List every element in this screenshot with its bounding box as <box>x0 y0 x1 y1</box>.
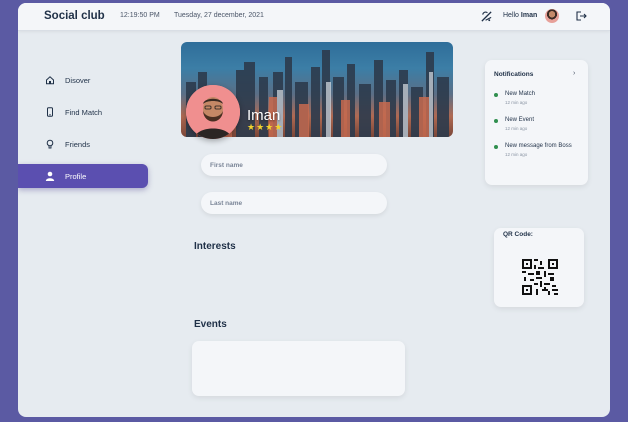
status-dot <box>494 119 498 123</box>
date: Tuesday, 27 december, 2021 <box>174 12 264 19</box>
home-icon <box>45 75 55 85</box>
notification-title: New message from Boss <box>505 143 572 149</box>
logout-icon[interactable] <box>575 10 587 22</box>
sidebar-item-friends[interactable]: Friends <box>18 132 148 156</box>
profile-photo <box>186 85 240 139</box>
sidebar-item-label: Find Match <box>65 107 103 117</box>
phone-icon <box>45 107 55 117</box>
sidebar-item-profile[interactable]: Profile <box>18 164 148 188</box>
notification-time: 12 min ago <box>505 152 528 157</box>
notification-title: New Event <box>505 117 535 123</box>
qr-code-panel: QR Code: <box>494 228 584 307</box>
interests-heading: Interests <box>194 241 236 252</box>
user-avatar[interactable] <box>545 9 559 23</box>
profile-avatar[interactable] <box>186 85 240 139</box>
first-name-field[interactable] <box>201 154 387 176</box>
qr-title: QR Code: <box>503 231 533 238</box>
app-title: Social club <box>44 10 105 22</box>
chevron-right-icon[interactable]: › <box>573 70 575 77</box>
notifications-panel: Notifications › New Match 12 min ago New… <box>485 60 588 185</box>
notification-title: New Match <box>505 91 536 97</box>
qr-code-image[interactable] <box>522 259 558 295</box>
rating-stars: ★★★★ <box>247 122 284 132</box>
sidebar-item-label: Disover <box>65 75 91 85</box>
theme-toggle-icon[interactable] <box>480 10 493 23</box>
top-bar: Social club 12:19:50 PM Tuesday, 27 dece… <box>18 3 610 31</box>
sidebar-item-label: Friends <box>65 139 91 149</box>
notifications-title: Notifications <box>494 71 534 78</box>
greeting: Hello Iman <box>503 12 537 19</box>
user-icon <box>45 171 55 181</box>
greeting-name: Iman <box>520 12 538 19</box>
last-name-field[interactable] <box>201 192 387 214</box>
notification-time: 12 min ago <box>505 126 528 131</box>
events-panel <box>192 341 405 396</box>
status-dot <box>494 145 498 149</box>
sidebar-item-discover[interactable]: Disover <box>18 68 148 92</box>
events-heading: Events <box>194 319 227 330</box>
sidebar-item-find-match[interactable]: Find Match <box>18 100 148 124</box>
sidebar-item-label: Profile <box>65 171 87 181</box>
greeting-prefix: Hello <box>503 12 519 19</box>
clock: 12:19:50 PM <box>120 12 160 19</box>
lightbulb-icon <box>45 139 55 149</box>
notification-time: 12 min ago <box>505 100 528 105</box>
app-window: Social club 12:19:50 PM Tuesday, 27 dece… <box>18 3 610 417</box>
status-dot <box>494 93 498 97</box>
